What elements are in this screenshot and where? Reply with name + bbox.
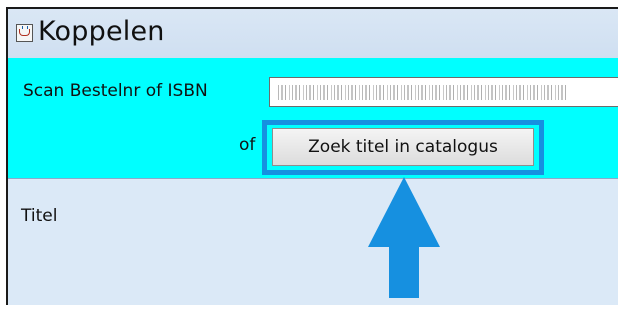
java-cup-icon: [16, 24, 33, 42]
koppelen-window: Koppelen Scan Bestelnr of ISBN of Zoek t…: [6, 7, 618, 305]
title-bar: Koppelen: [8, 9, 618, 59]
window-title: Koppelen: [38, 16, 165, 47]
of-label: of: [239, 135, 256, 155]
scan-label: Scan Bestelnr of ISBN: [23, 81, 208, 101]
arrow-up-icon: [368, 177, 440, 298]
search-catalog-button[interactable]: Zoek titel in catalogus: [272, 128, 534, 166]
titel-label: Titel: [21, 206, 58, 226]
barcode-icon: [278, 85, 568, 100]
barcode-input[interactable]: [269, 77, 618, 107]
scan-panel: Scan Bestelnr of ISBN of Zoek titel in c…: [8, 58, 618, 179]
content-panel: Titel: [8, 179, 618, 305]
